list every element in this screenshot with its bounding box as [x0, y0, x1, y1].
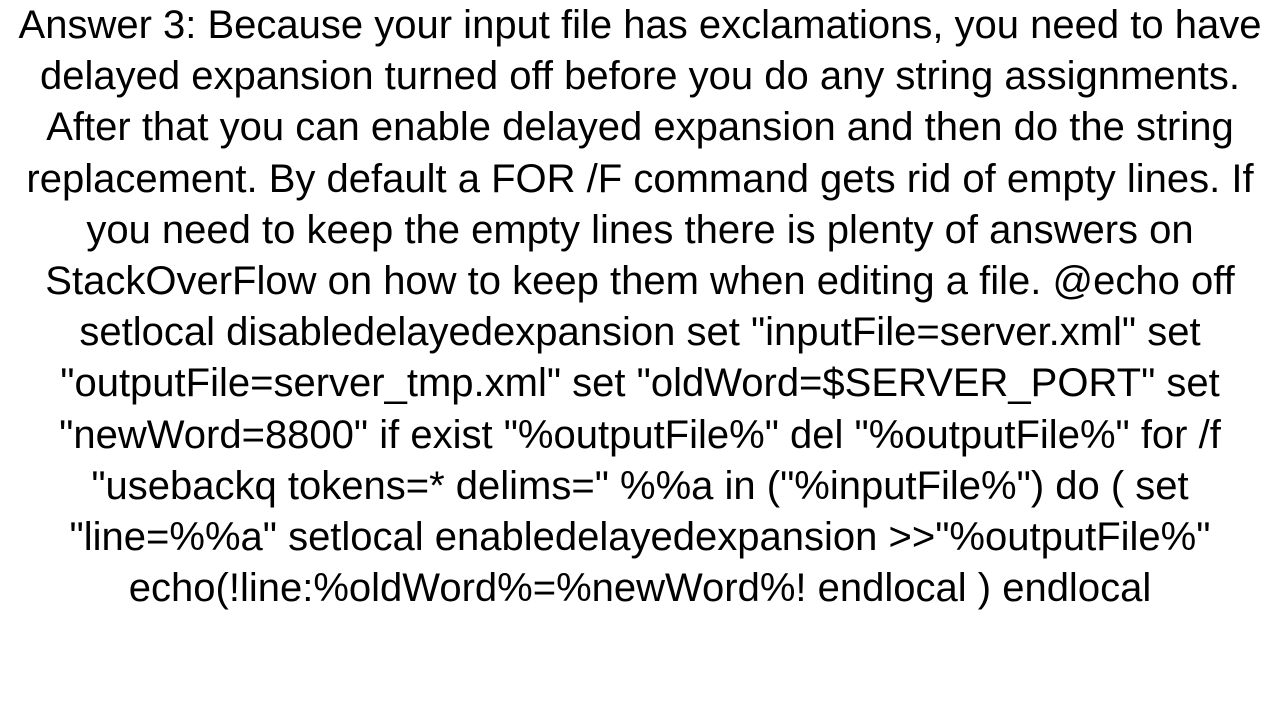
document-content: Answer 3: Because your input file has ex…: [0, 0, 1280, 720]
answer-text: Answer 3: Because your input file has ex…: [0, 0, 1280, 614]
